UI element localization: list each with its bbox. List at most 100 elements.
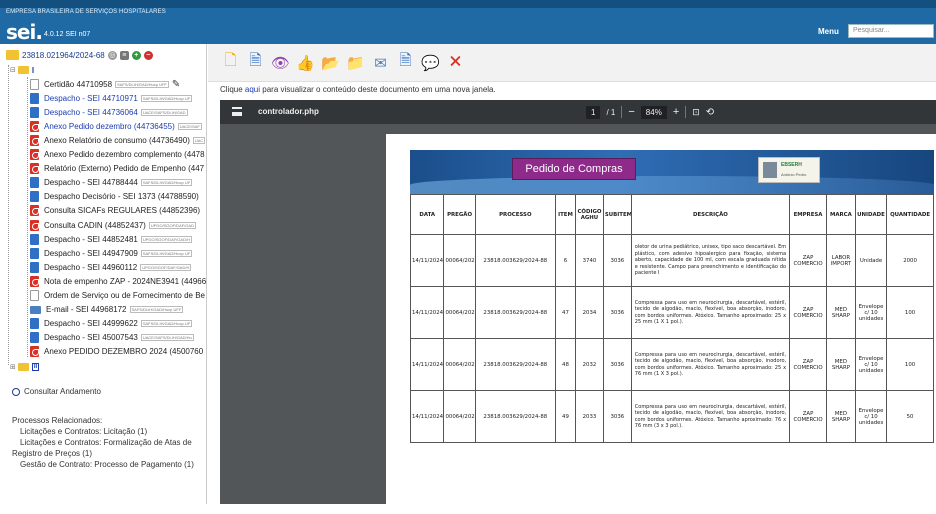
document-settings-icon[interactable]: 🗎: [245, 52, 266, 74]
eye-icon[interactable]: 👁: [270, 52, 291, 74]
version-label: 4.0.12 SEI n07: [44, 31, 91, 38]
document-label[interactable]: Nota de empenho ZAP - 2024NE3941 (44966: [44, 277, 206, 286]
consult-andamento-link[interactable]: Consultar Andamento: [12, 387, 101, 396]
tree-document-row[interactable]: Relatório (Externo) Pedido de Empenho (4…: [30, 162, 237, 176]
tree-document-row[interactable]: Anexo Pedido dezembro (44736455) UACE/SAF: [30, 119, 237, 133]
document-icon: [30, 247, 39, 259]
tree-document-row[interactable]: Certidão 44710958 SAFS/DLIH/GAD/Hucp UFF ✎: [30, 77, 237, 91]
document-label[interactable]: Despacho Decisório - SEI 1373 (44788590): [44, 192, 199, 201]
document-label[interactable]: Despacho - SEI 44852481: [44, 235, 138, 244]
related-item[interactable]: Gestão de Contrato: Processo de Pagament…: [12, 459, 194, 470]
tree-document-row[interactable]: Despacho - SEI 44947909 SAFS/DLIH/GAD/Huc…: [30, 246, 237, 260]
tree-document-row[interactable]: Despacho - SEI 44960112 UPGO/SGOF/DAF/GAD…: [30, 260, 237, 274]
document-label[interactable]: Anexo Relatório de consumo (44736490): [44, 136, 190, 145]
document-star-icon[interactable]: 🗎: [395, 52, 416, 74]
tree-document-row[interactable]: Consulta SICAFs REGULARES (44852396): [30, 204, 237, 218]
unit-tag: UAC: [192, 136, 206, 144]
document-label[interactable]: E-mail - SEI 44968172: [46, 305, 127, 314]
document-label[interactable]: Anexo Pedido dezembro complemento (4478: [44, 150, 205, 159]
tree-document-row[interactable]: Despacho - SEI 45007543 UACE/SAFS/DLIH/GA…: [30, 331, 237, 345]
new-document-icon[interactable]: 🗋: [220, 52, 241, 74]
related-item[interactable]: Licitações e Contratos: Formalização de …: [12, 437, 194, 448]
tree-document-row[interactable]: E-mail - SEI 44968172 SAFS/DLIH/GAD/Hucp …: [30, 303, 237, 317]
document-label[interactable]: Despacho - SEI 45007543: [44, 333, 138, 342]
folder-info-icon[interactable]: 📁: [345, 52, 366, 74]
table-cell: 2000: [886, 234, 934, 287]
process-number[interactable]: 23818.021964/2024-68: [22, 51, 105, 60]
folder-row-1[interactable]: ⊟ I: [10, 63, 217, 77]
column-header: ITEM: [554, 194, 577, 235]
tree-document-row[interactable]: Anexo PEDIDO DEZEMBRO 2024 (4500760: [30, 345, 237, 359]
column-header: UNIDADE: [854, 194, 888, 235]
top-header: EMPRESA BRASILEIRA DE SERVIÇOS HOSPITALA…: [0, 0, 936, 44]
document-label[interactable]: Ordem de Serviço ou de Fornecimento de B…: [44, 291, 205, 300]
tree-document-row[interactable]: Ordem de Serviço ou de Fornecimento de B…: [30, 289, 237, 303]
column-header: SUBITEM: [602, 194, 632, 235]
zoom-out-icon[interactable]: −: [628, 106, 634, 118]
document-label[interactable]: Despacho - SEI 44960112: [44, 263, 137, 272]
tree-document-row[interactable]: Anexo Relatório de consumo (44736490) UAC: [30, 133, 237, 147]
table-cell: 49: [554, 390, 577, 443]
forward-folder-icon[interactable]: 📂: [320, 52, 341, 74]
thumbs-up-icon[interactable]: 👍: [295, 52, 316, 74]
expand-icon[interactable]: ⊞: [10, 363, 16, 371]
tree-document-row[interactable]: Despacho Decisório - SEI 1373 (44788590): [30, 190, 237, 204]
page-number-input[interactable]: 1: [586, 105, 601, 119]
zoom-in-icon[interactable]: +: [673, 106, 679, 118]
sei-logo[interactable]: sei.: [6, 20, 43, 44]
document-label[interactable]: Despacho - SEI 44788444: [44, 178, 138, 187]
org-name: EMPRESA BRASILEIRA DE SERVIÇOS HOSPITALA…: [6, 9, 166, 15]
comment-icon[interactable]: 💬: [420, 52, 441, 74]
table-header-row: DATA PREGÃO PROCESSO ITEM CÓDIGO AGHU SUBITEM…: [409, 194, 934, 235]
delete-document-icon[interactable]: 🗙: [445, 52, 466, 74]
tree-document-row[interactable]: Despacho - SEI 44710971 SAFS/DLIH/GAD/Huc…: [30, 91, 237, 105]
process-folder-icon: [6, 50, 19, 60]
menu-hamburger-icon[interactable]: [232, 107, 242, 116]
open-here-link[interactable]: aqui: [245, 85, 260, 94]
view-icon[interactable]: ◎: [107, 50, 117, 60]
pdf-filename: controlador.php: [258, 107, 319, 116]
doc-title: Pedido de Compras: [512, 158, 636, 180]
zoom-input[interactable]: 84%: [640, 105, 667, 119]
document-label[interactable]: Despacho - SEI 44999622: [44, 319, 138, 328]
order-table: DATA PREGÃO PROCESSO ITEM CÓDIGO AGHU SUBITEM…: [409, 194, 934, 443]
document-label[interactable]: Consulta SICAFs REGULARES (44852396): [44, 206, 200, 215]
tree-document-row[interactable]: Anexo Pedido dezembro complemento (4478: [30, 148, 237, 162]
unit-tag: SAFS/DLIH/GAD/Hucp UF: [140, 94, 193, 102]
document-label[interactable]: Anexo PEDIDO DEZEMBRO 2024 (4500760: [44, 347, 203, 356]
tree-document-row[interactable]: Despacho - SEI 44736064 UACE/SAFS/DLIH/GA…: [30, 105, 237, 119]
collapse-icon[interactable]: ⊟: [10, 66, 16, 74]
document-label[interactable]: Consulta CADIN (44852437): [44, 221, 146, 230]
table-cell: 14/11/2024: [409, 286, 445, 339]
search-input[interactable]: Pesquisar...: [848, 24, 934, 38]
remove-icon[interactable]: −: [143, 50, 153, 60]
document-label[interactable]: Despacho - SEI 44736064: [44, 108, 138, 117]
tree-document-row[interactable]: Despacho - SEI 44788444 SAFS/DLIH/GAD/Huc…: [30, 176, 237, 190]
rotate-icon[interactable]: ⟲: [706, 107, 714, 118]
menu-button[interactable]: Menu: [818, 27, 839, 36]
related-item[interactable]: Licitações e Contratos: Licitação (1): [12, 426, 194, 437]
envelope-icon[interactable]: ✉: [370, 52, 391, 74]
stack-icon[interactable]: ≡: [119, 50, 129, 60]
tree-document-row[interactable]: Despacho - SEI 44999622 SAFS/DLIH/GAD/Huc…: [30, 317, 237, 331]
table-cell: 47: [554, 286, 577, 339]
table-cell: 2034: [575, 286, 604, 339]
consult-label[interactable]: Consultar Andamento: [24, 387, 101, 396]
table-cell: 2032: [575, 338, 604, 391]
unit-tag: UPGO/SGOF/DAF/GAD/H: [140, 235, 192, 243]
folder-icon: [17, 363, 29, 371]
tree-document-row[interactable]: Consulta CADIN (44852437) UPGO/SGOF/DAF/G…: [30, 218, 237, 232]
folder-row-2[interactable]: ⊞ II: [10, 360, 217, 374]
document-label[interactable]: Certidão 44710958: [44, 80, 112, 89]
document-label[interactable]: Anexo Pedido dezembro (44736455): [44, 122, 175, 131]
document-label[interactable]: Relatório (Externo) Pedido de Empenho (4…: [44, 164, 204, 173]
document-label[interactable]: Despacho - SEI 44947909: [44, 249, 138, 258]
unit-tag: UACE/SAFS/DLIH/GAD/Hu: [140, 334, 194, 342]
related-item[interactable]: Registro de Preços (1): [12, 448, 194, 459]
document-label[interactable]: Despacho - SEI 44710971: [44, 94, 138, 103]
tree-document-row[interactable]: Nota de empenho ZAP - 2024NE3941 (44966: [30, 274, 237, 288]
fit-page-icon[interactable]: ⊡: [692, 107, 700, 118]
tree-document-row[interactable]: Despacho - SEI 44852481 UPGO/SGOF/DAF/GAD…: [30, 232, 237, 246]
signature-pen-icon[interactable]: ✎: [172, 79, 180, 90]
add-icon[interactable]: +: [131, 50, 141, 60]
